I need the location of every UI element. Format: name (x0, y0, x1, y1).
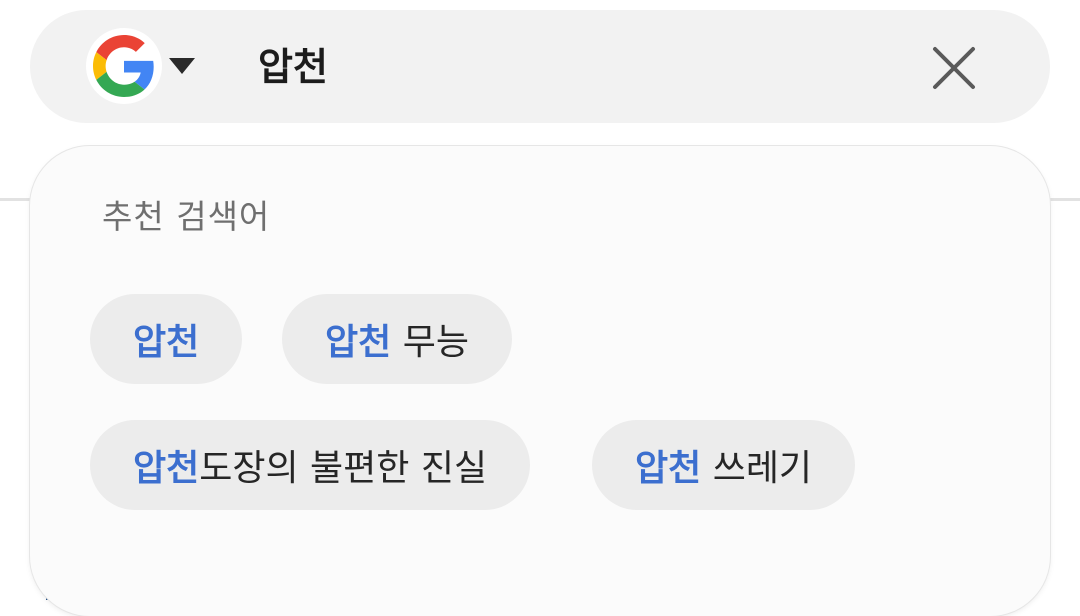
search-engine-selector[interactable] (86, 28, 206, 104)
close-icon (933, 47, 975, 89)
suggestion-panel: 추천 검색어 압천 압천 무능 압천 도장의 불편한 진실 압천 쓰레기 (30, 146, 1050, 616)
suggestion-highlight: 압천 (133, 322, 200, 363)
suggestion-highlight: 압천 (635, 448, 702, 489)
suggestion-chip[interactable]: 압천 쓰레기 (592, 420, 856, 510)
suggestion-chip[interactable]: 압천 (90, 294, 243, 384)
suggestion-rest: 쓰레기 (701, 448, 813, 489)
suggestion-rest: 무능 (391, 322, 469, 363)
search-query-text[interactable]: 압천 (258, 44, 328, 90)
suggestion-chip[interactable]: 압천 도장의 불편한 진실 (90, 420, 531, 510)
caret-down-icon (168, 56, 196, 80)
suggestion-rest: 도장의 불편한 진실 (199, 448, 488, 489)
clear-search-button[interactable] (926, 40, 982, 96)
search-bar[interactable]: 압천 (30, 10, 1050, 123)
suggestion-chip[interactable]: 압천 무능 (282, 294, 512, 384)
suggestion-highlight: 압천 (133, 448, 200, 489)
google-g-icon (86, 28, 162, 104)
suggestion-highlight: 압천 (325, 322, 392, 363)
suggestions-heading: 추천 검색어 (102, 197, 271, 236)
